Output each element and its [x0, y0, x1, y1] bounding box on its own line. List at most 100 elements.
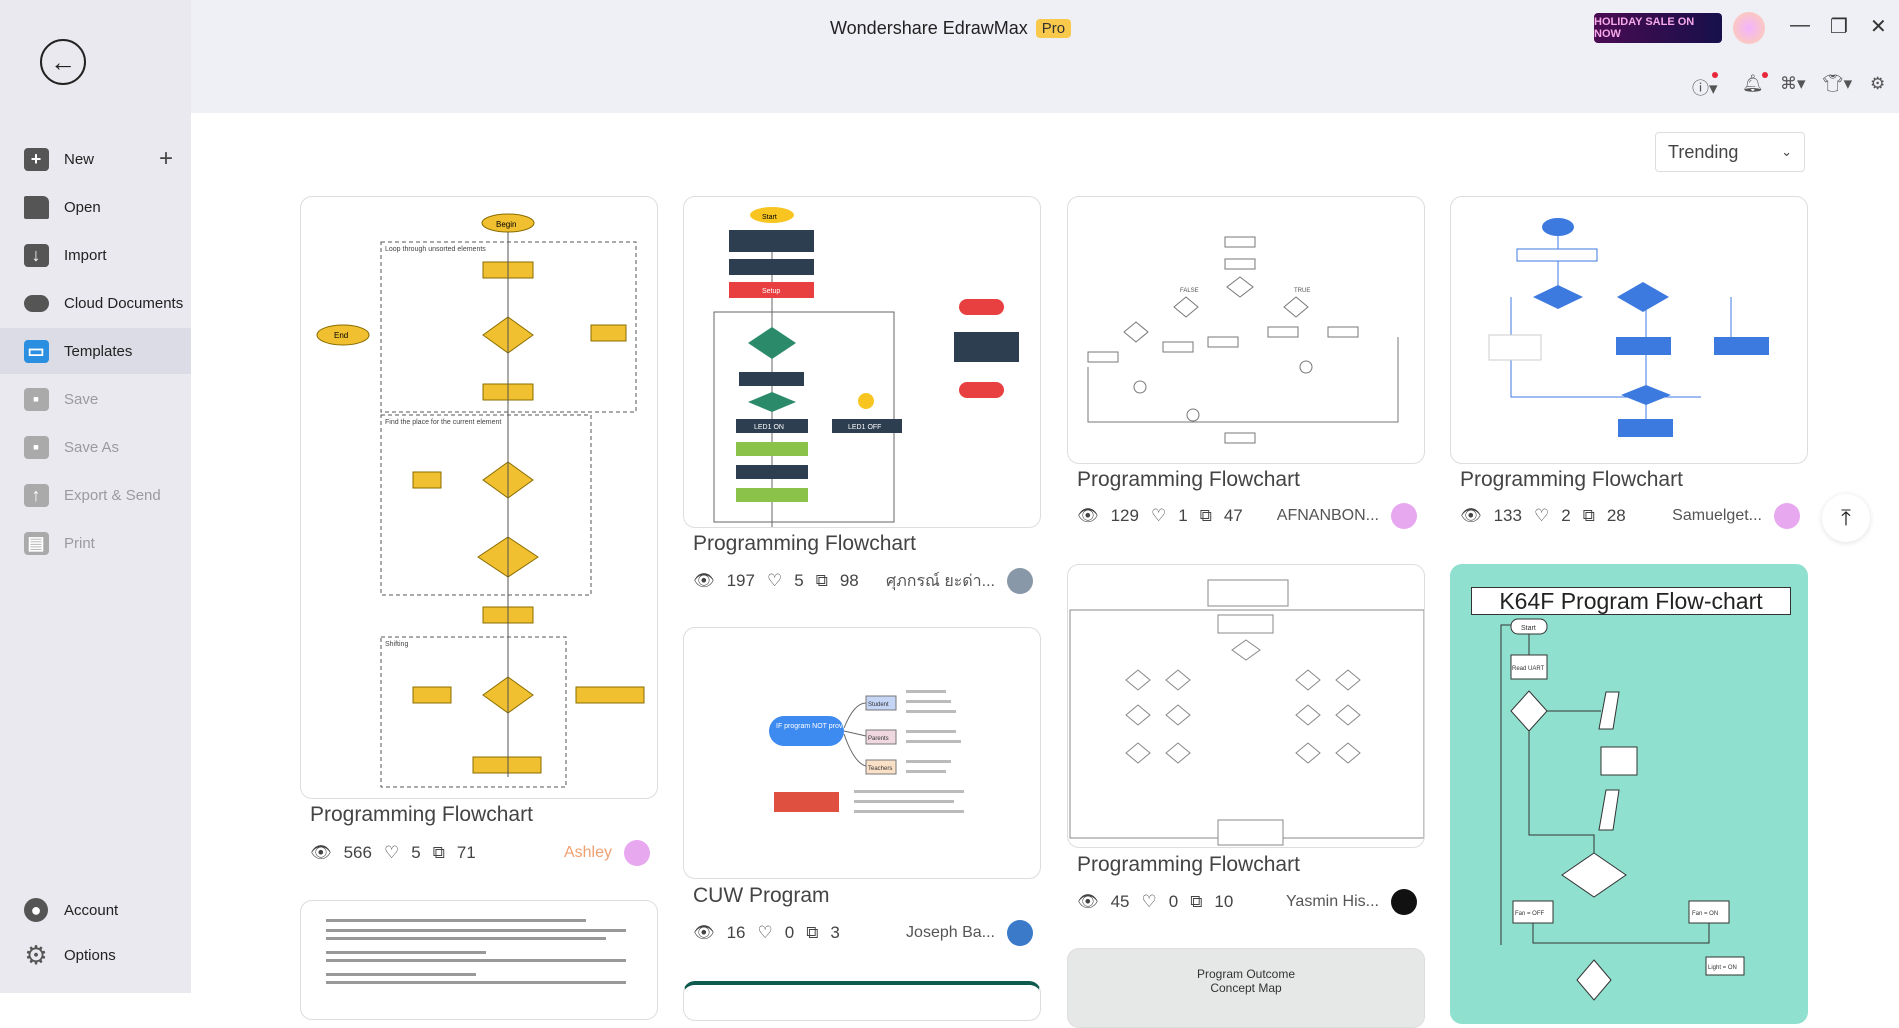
sidebar-item-export-send[interactable]: ↑ Export & Send	[0, 472, 191, 518]
card-stats: 👁︎ 566 ♡ 5 ⧉ 71 Ashley	[310, 840, 650, 866]
template-thumbnail[interactable]: Program Outcome Concept Map	[1067, 948, 1425, 1028]
app-name: Wondershare EdrawMax	[830, 18, 1028, 38]
card-stats: 👁︎ 45 ♡ 0 ⧉ 10 Yasmin His...	[1077, 889, 1417, 915]
template-thumbnail[interactable]: Begin End Loop through unsorted elements…	[300, 196, 658, 799]
sidebar-item-print[interactable]: ▤ Print	[0, 520, 191, 566]
apps-icon[interactable]: ⌘▾	[1780, 74, 1806, 94]
sort-dropdown[interactable]: Trending ⌄	[1655, 132, 1805, 172]
author-name[interactable]: AFNANBON...	[1277, 507, 1379, 525]
thumb-text: LED1 OFF	[848, 424, 881, 431]
sidebar-item-templates[interactable]: ▭ Templates	[0, 328, 191, 374]
import-icon: ↓	[22, 242, 50, 268]
author-name[interactable]: Yasmin His...	[1286, 893, 1379, 911]
card-stats: 👁︎ 133 ♡ 2 ⧉ 28 Samuelget...	[1460, 503, 1800, 529]
thumb-text: Begin	[496, 220, 516, 229]
sidebar-item-new[interactable]: + New +	[0, 136, 191, 182]
theme-shirt-icon[interactable]: 👕︎▾	[1822, 74, 1852, 94]
sidebar-item-save[interactable]: ▪ Save	[0, 376, 191, 422]
sidebar-item-cloud-documents[interactable]: Cloud Documents	[0, 280, 191, 326]
thumb-text: IF program NOT provided	[776, 723, 856, 730]
author-avatar[interactable]	[1007, 920, 1033, 946]
sidebar-item-label: Save As	[64, 438, 120, 456]
print-icon: ▤	[22, 530, 50, 556]
template-thumbnail[interactable]: K64F Program Flow-chart Start Read UART …	[1450, 564, 1808, 1024]
eye-icon: 👁︎	[1077, 892, 1099, 911]
likes-count: 2	[1561, 506, 1571, 525]
sidebar-item-account[interactable]: ● Account	[0, 887, 191, 933]
card-title[interactable]: CUW Program	[693, 884, 1033, 908]
thumb-text: Program Outcome Concept Map	[1196, 967, 1296, 995]
back-to-top-button[interactable]: ⤒	[1822, 494, 1870, 542]
author-avatar[interactable]	[624, 840, 650, 866]
sidebar-item-label: Import	[64, 246, 107, 264]
thumb-text: Start	[1521, 625, 1536, 632]
template-thumbnail[interactable]: FALSE TRUE	[1067, 196, 1425, 464]
card-title[interactable]: Programming Flowchart	[1077, 853, 1417, 877]
template-thumbnail[interactable]	[1067, 564, 1425, 848]
template-thumbnail[interactable]	[1450, 196, 1808, 464]
restore-icon[interactable]: ❐	[1830, 14, 1848, 39]
template-thumbnail[interactable]	[683, 981, 1041, 1021]
thumb-text: Parents	[868, 736, 889, 742]
user-avatar[interactable]	[1733, 12, 1765, 44]
card-stats: 👁︎ 129 ♡ 1 ⧉ 47 AFNANBON...	[1077, 503, 1417, 529]
likes-count: 0	[784, 923, 795, 942]
template-thumbnail[interactable]: Start Setup LED1 ON LED1 OFF	[683, 196, 1041, 528]
copy-icon: ⧉	[1199, 506, 1212, 525]
thumb-text: Start	[762, 214, 777, 221]
copy-icon: ⧉	[815, 571, 828, 590]
views-count: 45	[1110, 892, 1130, 911]
author-name[interactable]: Ashley	[564, 844, 612, 862]
likes-count: 1	[1178, 506, 1188, 525]
copy-icon: ⧉	[1582, 506, 1595, 525]
views-count: 16	[726, 923, 746, 942]
likes-count: 5	[411, 843, 421, 862]
heart-icon: ♡	[383, 843, 400, 862]
template-thumbnail[interactable]: IF program NOT provided Student Parents …	[683, 627, 1041, 879]
copies-count: 10	[1214, 892, 1234, 911]
folder-icon	[22, 194, 50, 220]
author-name[interactable]: Samuelget...	[1672, 507, 1762, 525]
thumb-text: Student	[868, 702, 889, 708]
settings-icon[interactable]: ⚙	[1870, 74, 1885, 94]
cloud-icon	[22, 290, 50, 316]
sidebar-item-save-as[interactable]: ▪ Save As	[0, 424, 191, 470]
card-title[interactable]: Programming Flowchart	[693, 532, 1033, 556]
heart-icon: ♡	[1141, 892, 1157, 911]
add-icon[interactable]: +	[159, 145, 173, 173]
sidebar-item-open[interactable]: Open	[0, 184, 191, 230]
sidebar-item-label: Templates	[64, 342, 133, 360]
card-title[interactable]: Programming Flowchart	[1077, 468, 1417, 492]
account-icon: ●	[22, 897, 50, 923]
views-count: 133	[1493, 506, 1522, 525]
author-name[interactable]: ศุภกรณ์ ยะด่า...	[886, 569, 995, 594]
thumb-text: Teachers	[868, 766, 892, 772]
close-icon[interactable]: ✕	[1870, 14, 1887, 39]
author-avatar[interactable]	[1391, 889, 1417, 915]
sidebar-item-options[interactable]: ⚙ Options	[0, 932, 191, 978]
thumb-text: Shifting	[385, 641, 408, 648]
save-icon: ▪	[22, 386, 50, 412]
template-thumbnail[interactable]	[300, 900, 658, 1020]
thumb-text: Find the place for the current element	[385, 419, 501, 426]
copies-count: 28	[1606, 506, 1626, 525]
sidebar-item-import[interactable]: ↓ Import	[0, 232, 191, 278]
eye-icon: 👁︎	[693, 571, 715, 590]
author-avatar[interactable]	[1391, 503, 1417, 529]
card-title[interactable]: Programming Flowchart	[310, 803, 650, 827]
pro-badge: Pro	[1035, 19, 1072, 38]
views-count: 566	[343, 843, 372, 862]
author-avatar[interactable]	[1007, 568, 1033, 594]
card-title[interactable]: Programming Flowchart	[1460, 468, 1800, 492]
sort-selected: Trending	[1668, 141, 1739, 162]
copies-count: 47	[1223, 506, 1243, 525]
bell-icon[interactable]: 🔔︎	[1742, 74, 1764, 94]
sidebar-item-label: New	[64, 150, 95, 168]
author-name[interactable]: Joseph Ba...	[906, 924, 995, 942]
holiday-sale-banner[interactable]: HOLIDAY SALE ON NOW	[1594, 13, 1722, 43]
minimize-icon[interactable]: —	[1790, 14, 1810, 37]
copies-count: 71	[456, 843, 476, 862]
back-button[interactable]: ←	[40, 39, 86, 85]
author-avatar[interactable]	[1774, 503, 1800, 529]
heart-icon: ♡	[757, 923, 773, 942]
